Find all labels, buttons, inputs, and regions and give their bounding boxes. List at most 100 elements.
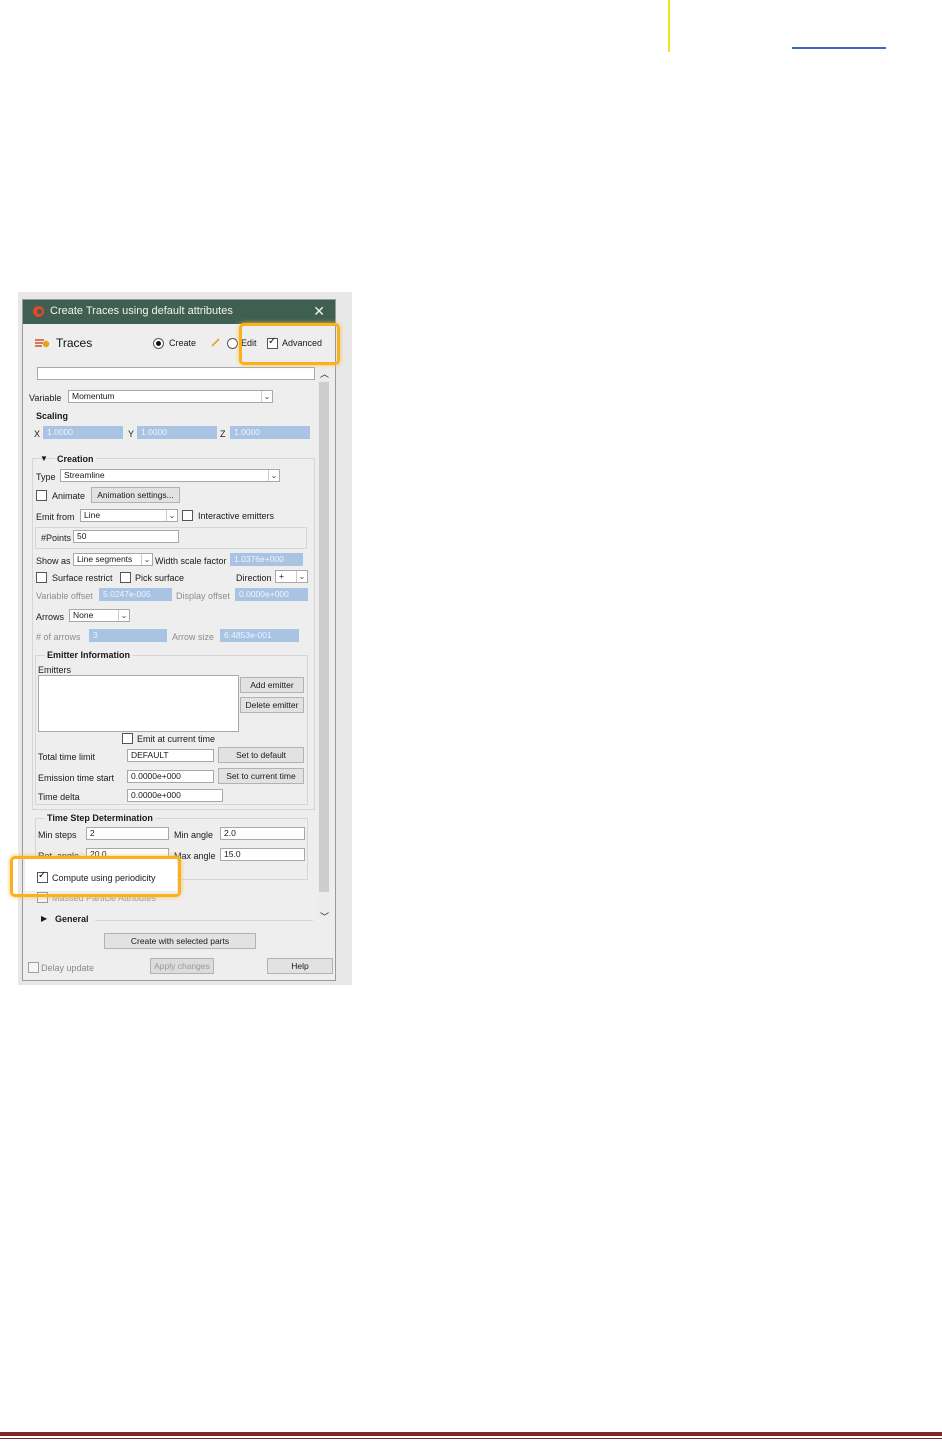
scale-x-field[interactable]: 1.0000 <box>43 426 123 439</box>
help-button[interactable]: Help <box>267 958 333 974</box>
pick-surface-checkbox[interactable] <box>120 572 131 583</box>
animation-settings-button[interactable]: Animation settings... <box>91 487 180 503</box>
scrollbar-thumb[interactable] <box>319 382 329 892</box>
display-offset-label: Display offset <box>176 591 230 601</box>
type-select[interactable]: Streamline ⌄ <box>60 469 280 482</box>
min-angle-label: Min angle <box>174 830 214 840</box>
emit-current-time-checkbox[interactable] <box>122 733 133 744</box>
variable-label: Variable <box>29 393 62 403</box>
expand-general-icon[interactable]: ▶ <box>41 914 47 923</box>
time-step-heading: Time Step Determination <box>45 813 155 823</box>
total-time-label: Total time limit <box>38 752 96 762</box>
scroll-up-icon[interactable]: ︿ <box>320 367 329 380</box>
scale-y-field[interactable]: 1.0000 <box>137 426 217 439</box>
chevron-down-icon: ⌄ <box>261 391 272 402</box>
min-steps-field[interactable]: 2 <box>86 827 169 840</box>
width-scale-field[interactable]: 1.0376e+000 <box>230 553 303 566</box>
show-as-value: Line segments <box>77 554 133 564</box>
points-field[interactable]: 50 <box>73 530 179 543</box>
collapse-creation-icon[interactable]: ▼ <box>40 454 48 463</box>
delay-update-label: Delay update <box>41 963 95 973</box>
interactive-emitters-label: Interactive emitters <box>198 511 275 521</box>
variable-value: Momentum <box>72 391 115 401</box>
num-arrows-field[interactable]: 3 <box>89 629 167 642</box>
set-default-button[interactable]: Set to default <box>218 747 304 763</box>
chevron-down-icon: ⌄ <box>118 610 129 621</box>
direction-select[interactable]: + ⌄ <box>275 570 308 583</box>
pencil-icon <box>211 338 220 347</box>
chevron-down-icon: ⌄ <box>166 510 177 521</box>
chevron-down-icon: ⌄ <box>296 571 307 582</box>
points-label: #Points <box>41 533 72 543</box>
creation-heading: Creation <box>55 454 96 464</box>
traces-title: Traces <box>56 336 93 350</box>
emit-from-value: Line <box>84 510 101 520</box>
scaling-heading: Scaling <box>36 411 69 421</box>
min-steps-label: Min steps <box>38 830 77 840</box>
apply-changes-button[interactable]: Apply changes <box>150 958 214 974</box>
animate-checkbox[interactable] <box>36 490 47 501</box>
create-radio[interactable] <box>153 338 164 349</box>
scale-y-label: Y <box>128 429 135 439</box>
scale-z-label: Z <box>220 429 226 439</box>
max-angle-field[interactable]: 15.0 <box>220 848 305 861</box>
text-cursor-mark <box>668 0 670 52</box>
time-delta-field[interactable]: 0.0000e+000 <box>127 789 223 802</box>
delete-emitter-button[interactable]: Delete emitter <box>240 697 304 713</box>
general-heading: General <box>55 914 89 924</box>
chevron-down-icon: ⌄ <box>141 554 152 565</box>
emitters-label: Emitters <box>38 665 72 675</box>
scroll-down-icon[interactable]: ﹀ <box>320 910 329 923</box>
delay-update-checkbox[interactable] <box>28 962 39 973</box>
direction-value: + <box>279 571 284 581</box>
footer-rule-thin <box>0 1438 942 1439</box>
traces-icon <box>35 339 50 348</box>
variable-offset-field[interactable]: 5.0247e-005 <box>99 588 172 601</box>
add-emitter-button[interactable]: Add emitter <box>240 677 304 693</box>
num-arrows-label: # of arrows <box>36 632 81 642</box>
show-as-label: Show as <box>36 556 71 566</box>
arrows-value: None <box>73 610 94 620</box>
emission-start-field[interactable]: 0.0000e+000 <box>127 770 214 783</box>
variable-select[interactable]: Momentum ⌄ <box>68 390 273 403</box>
create-with-selected-parts-button[interactable]: Create with selected parts <box>104 933 256 949</box>
scale-z-field[interactable]: 1.0000 <box>230 426 310 439</box>
chevron-down-icon: ⌄ <box>268 470 279 481</box>
arrows-label: Arrows <box>36 612 65 622</box>
total-time-field[interactable]: DEFAULT <box>127 749 214 762</box>
underline-mark <box>792 47 886 49</box>
app-logo-icon <box>33 306 44 317</box>
arrow-size-field[interactable]: 6.4853e-001 <box>220 629 299 642</box>
set-current-time-button[interactable]: Set to current time <box>218 768 304 784</box>
emit-from-label: Emit from <box>36 512 75 522</box>
dialog-title: Create Traces using default attributes <box>50 305 233 317</box>
create-radio-label: Create <box>169 338 197 348</box>
arrows-select[interactable]: None ⌄ <box>69 609 130 622</box>
type-value: Streamline <box>64 470 105 480</box>
emit-from-select[interactable]: Line ⌄ <box>80 509 178 522</box>
pick-surface-label: Pick surface <box>135 573 185 583</box>
general-divider <box>95 920 313 921</box>
surface-restrict-checkbox[interactable] <box>36 572 47 583</box>
parts-field[interactable] <box>37 367 315 380</box>
emission-start-label: Emission time start <box>38 773 115 783</box>
show-as-select[interactable]: Line segments ⌄ <box>73 553 153 566</box>
emitter-info-heading: Emitter Information <box>45 650 133 660</box>
edit-radio[interactable] <box>227 338 238 349</box>
footer-rule <box>0 1432 942 1436</box>
min-angle-field[interactable]: 2.0 <box>220 827 305 840</box>
time-delta-label: Time delta <box>38 792 80 802</box>
animate-label: Animate <box>52 491 86 501</box>
interactive-emitters-checkbox[interactable] <box>182 510 193 521</box>
variable-offset-label: Variable offset <box>36 591 93 601</box>
display-offset-field[interactable]: 0.0000e+000 <box>235 588 308 601</box>
emit-current-time-label: Emit at current time <box>137 734 216 744</box>
dialog-titlebar: Create Traces using default attributes ✕ <box>23 300 335 324</box>
emitters-list[interactable] <box>38 675 239 732</box>
scale-x-label: X <box>34 429 41 439</box>
width-scale-label: Width scale factor <box>155 556 227 566</box>
surface-restrict-label: Surface restrict <box>52 573 113 583</box>
type-label: Type <box>36 472 56 482</box>
advanced-highlight-box <box>239 323 340 365</box>
close-icon[interactable]: ✕ <box>313 303 325 320</box>
